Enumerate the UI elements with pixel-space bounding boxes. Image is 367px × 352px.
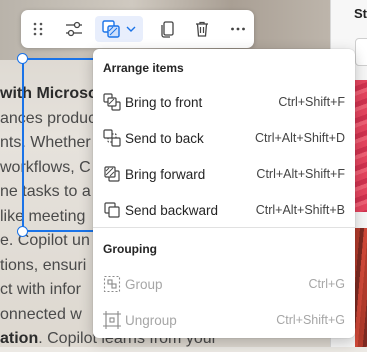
menu-item-shortcut: Ctrl+Shift+F bbox=[278, 95, 345, 109]
arrange-icon bbox=[102, 20, 120, 38]
menu-item-shortcut: Ctrl+G bbox=[308, 277, 345, 291]
menu-item-send-backward[interactable]: Send backward Ctrl+Alt+Shift+B bbox=[96, 193, 352, 227]
bring-to-front-icon bbox=[103, 93, 121, 111]
menu-item-shortcut: Ctrl+Alt+Shift+D bbox=[255, 131, 345, 145]
ungroup-icon bbox=[103, 311, 121, 329]
menu-item-label: Bring to front bbox=[125, 94, 203, 110]
panel-image-thumbnail[interactable] bbox=[355, 80, 367, 212]
adjust-settings-icon[interactable] bbox=[61, 16, 87, 42]
menu-item-bring-forward[interactable]: Bring forward Ctrl+Alt+Shift+F bbox=[96, 157, 352, 191]
more-options-icon[interactable] bbox=[225, 16, 251, 42]
grouping-section-header: Grouping bbox=[103, 242, 157, 256]
panel-image-thumbnail[interactable] bbox=[355, 228, 367, 347]
resize-handle[interactable] bbox=[17, 226, 28, 237]
menu-item-shortcut: Ctrl+Alt+Shift+B bbox=[255, 203, 345, 217]
arrange-dropdown-button[interactable] bbox=[95, 16, 143, 42]
drag-handle-icon[interactable] bbox=[27, 16, 49, 42]
panel-search-input[interactable] bbox=[355, 38, 367, 66]
menu-item-label: Group bbox=[125, 276, 163, 292]
bring-forward-icon bbox=[104, 166, 120, 182]
send-to-back-icon bbox=[103, 129, 121, 147]
copy-icon[interactable] bbox=[155, 16, 181, 42]
arrange-section-header: Arrange items bbox=[103, 61, 184, 75]
menu-item-label: Bring forward bbox=[125, 166, 206, 182]
menu-item-bring-to-front[interactable]: Bring to front Ctrl+Shift+F bbox=[96, 85, 352, 119]
menu-item-send-to-back[interactable]: Send to back Ctrl+Alt+Shift+D bbox=[96, 121, 352, 155]
delete-icon[interactable] bbox=[189, 16, 215, 42]
menu-item-label: Send to back bbox=[125, 130, 204, 146]
menu-separator bbox=[93, 227, 355, 228]
menu-item-group[interactable]: Group Ctrl+G bbox=[96, 267, 352, 301]
floating-toolbar bbox=[21, 10, 254, 48]
menu-item-label: Ungroup bbox=[125, 312, 177, 328]
arrange-menu: Arrange items Bring to front Ctrl+Shift+… bbox=[93, 49, 355, 338]
menu-item-shortcut: Ctrl+Shift+G bbox=[276, 313, 345, 327]
resize-handle[interactable] bbox=[17, 53, 28, 64]
menu-item-ungroup[interactable]: Ungroup Ctrl+Shift+G bbox=[96, 303, 352, 337]
menu-item-label: Send backward bbox=[125, 202, 219, 218]
group-icon bbox=[103, 275, 121, 293]
send-backward-icon bbox=[104, 202, 120, 218]
chevron-down-icon bbox=[126, 26, 136, 32]
menu-item-shortcut: Ctrl+Alt+Shift+F bbox=[256, 167, 345, 181]
panel-title: St bbox=[354, 6, 367, 21]
